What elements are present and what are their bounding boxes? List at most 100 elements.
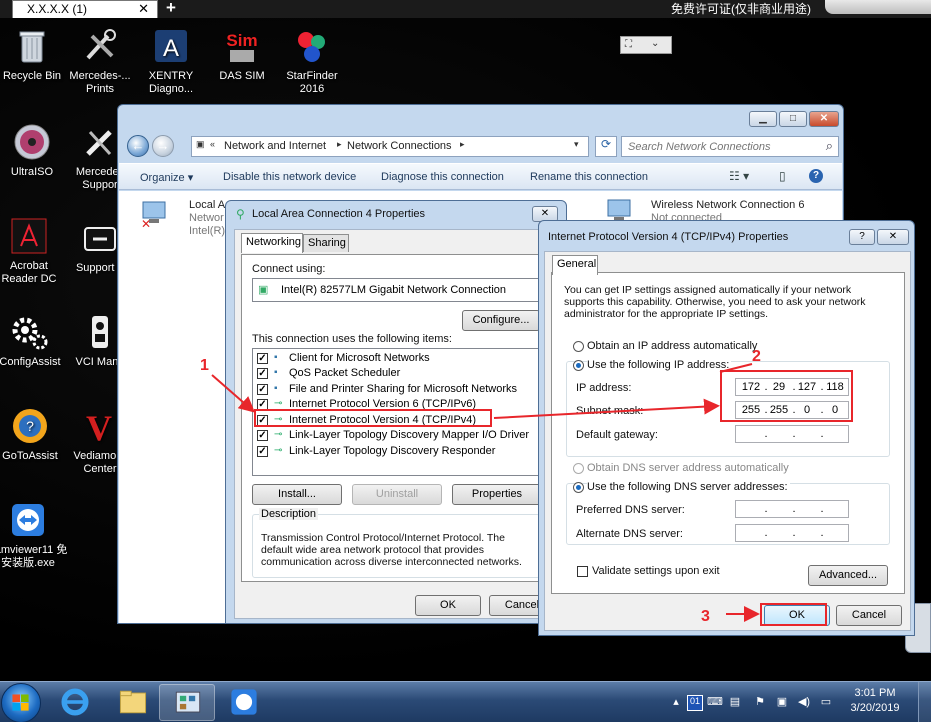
desktop-icon-recycle-bin[interactable]: Recycle Bin [0, 26, 68, 83]
advanced-button[interactable]: Advanced... [808, 565, 888, 586]
preferred-dns-field[interactable]: . . . [735, 500, 849, 518]
desktop-icon-mercedes-prints[interactable]: Mercedes-... Prints [64, 26, 136, 96]
session-tab-title: X.X.X.X (1) [27, 2, 88, 16]
desktop-icon-das-sim[interactable]: Sim DAS SIM [206, 26, 278, 83]
back-button[interactable]: ← [127, 135, 149, 157]
desktop-icon-starfinder[interactable]: StarFinder 2016 [276, 26, 348, 96]
view-options-icon[interactable]: ☷ ▾ [729, 169, 749, 183]
address-bar[interactable]: ▣ « Network and Internet ▸ Network Conne… [191, 136, 589, 157]
checkbox[interactable]: ✓ [257, 368, 268, 379]
chevron-down-icon[interactable]: ▾ [574, 139, 579, 150]
folder-icon [119, 690, 147, 714]
checkbox[interactable]: ✓ [257, 446, 268, 457]
taskbar-ie[interactable] [47, 684, 103, 721]
uninstall-button[interactable]: Uninstall [352, 484, 442, 505]
desktop-icon-label: UltraISO [10, 166, 54, 178]
fullscreen-icon[interactable]: ⛶ [625, 39, 632, 50]
ip-address-label: IP address: [576, 382, 632, 394]
gateway-field[interactable]: . . . [735, 425, 849, 443]
taskbar-teamviewer[interactable] [216, 684, 272, 721]
highlight-ok-button [760, 603, 827, 626]
search-box[interactable]: ⌕ [621, 136, 839, 157]
svg-text:V: V [86, 408, 112, 446]
diagnose-connection-command[interactable]: Diagnose this connection [381, 171, 504, 183]
ok-button[interactable]: OK [415, 595, 481, 616]
use-following-ip-radio[interactable] [573, 360, 584, 371]
breadcrumb-network-internet[interactable]: Network and Internet [224, 140, 326, 152]
clock[interactable]: 3:01 PM 3/20/2019 [840, 686, 910, 716]
checkbox[interactable]: ✓ [257, 384, 268, 395]
volume-icon[interactable]: ◀) [796, 695, 812, 711]
desktop-icon-gotoassist[interactable]: ? GoToAssist [0, 406, 66, 463]
help-button[interactable]: ? [849, 229, 875, 245]
chevron-right-icon[interactable]: ▸ [337, 139, 342, 150]
preview-pane-icon[interactable]: ▯ [779, 169, 786, 183]
connection-local-area[interactable]: Local A Networ Intel(R) [189, 199, 225, 238]
window-controls[interactable] [825, 0, 931, 14]
chevron-down-icon[interactable]: ⌄ [651, 38, 659, 49]
svg-text:Sim: Sim [226, 31, 257, 50]
session-toolbar[interactable]: ⛶ ⌄ [620, 36, 672, 54]
tab-networking[interactable]: Networking [241, 233, 303, 253]
teamviewer-icon [231, 689, 257, 715]
desktop-icon-label: GoToAssist [2, 450, 58, 462]
tab-sharing[interactable]: Sharing [303, 234, 349, 252]
power-icon[interactable]: ▭ [818, 695, 834, 711]
show-desktop-button[interactable] [918, 682, 931, 722]
properties-button[interactable]: Properties [452, 484, 542, 505]
new-tab-button[interactable]: + [166, 0, 176, 18]
disable-device-command[interactable]: Disable this network device [223, 171, 356, 183]
checkbox[interactable]: ✓ [257, 430, 268, 441]
desktop-icon-xentry[interactable]: A XENTRY Diagno... [135, 26, 207, 96]
close-icon[interactable]: ✕ [138, 1, 149, 17]
rename-connection-command[interactable]: Rename this connection [530, 171, 648, 183]
checkbox[interactable]: ✓ [257, 353, 268, 364]
close-button[interactable]: ✕ [809, 111, 839, 127]
chevron-up-icon[interactable]: ▴ [668, 695, 684, 711]
help-icon[interactable]: ? [809, 169, 823, 183]
desktop-icon-acrobat[interactable]: Acrobat Reader DC [0, 216, 65, 286]
chevron-right-icon[interactable]: ▸ [460, 139, 465, 150]
step-3-label: 3 [701, 608, 710, 625]
keyboard-icon[interactable]: ⌨ [707, 695, 723, 711]
network-tray-icon[interactable]: ▣ [774, 695, 790, 711]
ip-dot: . [764, 503, 768, 515]
action-center-icon[interactable]: ⚑ [752, 695, 768, 711]
minimize-button[interactable]: ▁ [749, 111, 777, 127]
cancel-button[interactable]: Cancel [836, 605, 902, 626]
desktop-icon-label: Acrobat Reader DC [1, 260, 57, 285]
dialog-title: Local Area Connection 4 Properties [252, 208, 426, 220]
validate-label: Validate settings upon exit [592, 565, 720, 577]
taskbar-explorer[interactable] [105, 684, 161, 721]
connection-name: Local A [189, 199, 226, 211]
desktop-icon-teamviewer[interactable]: eamviewer11 免安装版.exe [0, 500, 70, 570]
breadcrumb-network-connections[interactable]: Network Connections [347, 140, 452, 152]
device-icon[interactable]: ▤ [727, 695, 743, 711]
organize-menu[interactable]: Organize ▾ [140, 171, 193, 184]
close-button[interactable]: ✕ [877, 229, 909, 245]
session-tab[interactable]: X.X.X.X (1) ✕ [12, 0, 158, 18]
desktop-icon-ultraiso[interactable]: UltraISO [0, 122, 68, 179]
input-method-icon[interactable]: 01 [687, 695, 703, 711]
search-input[interactable] [622, 137, 812, 156]
maximize-button[interactable]: □ [779, 111, 807, 127]
tab-general[interactable]: General [552, 255, 598, 275]
forward-button[interactable]: → [152, 135, 174, 157]
desktop-icon-configassist[interactable]: ConfigAssist [0, 312, 66, 369]
toolbox-icon [80, 218, 120, 258]
desktop-icon-label: eamviewer11 免安装版.exe [0, 544, 68, 569]
validate-checkbox[interactable] [577, 566, 588, 577]
starfinder-icon [292, 26, 332, 66]
taskbar-network-connections[interactable] [159, 684, 215, 721]
obtain-ip-auto-radio[interactable] [573, 341, 584, 352]
configure-button[interactable]: Configure... [462, 310, 540, 331]
alternate-dns-field[interactable]: . . . [735, 524, 849, 542]
install-button[interactable]: Install... [252, 484, 342, 505]
clock-date: 3/20/2019 [850, 702, 900, 714]
refresh-button[interactable]: ⟳ [595, 136, 617, 157]
highlight-ipv4-item [254, 409, 492, 427]
search-icon[interactable]: ⌕ [826, 138, 833, 154]
start-button[interactable] [1, 683, 41, 722]
use-following-dns-radio[interactable] [573, 482, 584, 493]
obtain-dns-auto-radio[interactable] [573, 463, 584, 474]
